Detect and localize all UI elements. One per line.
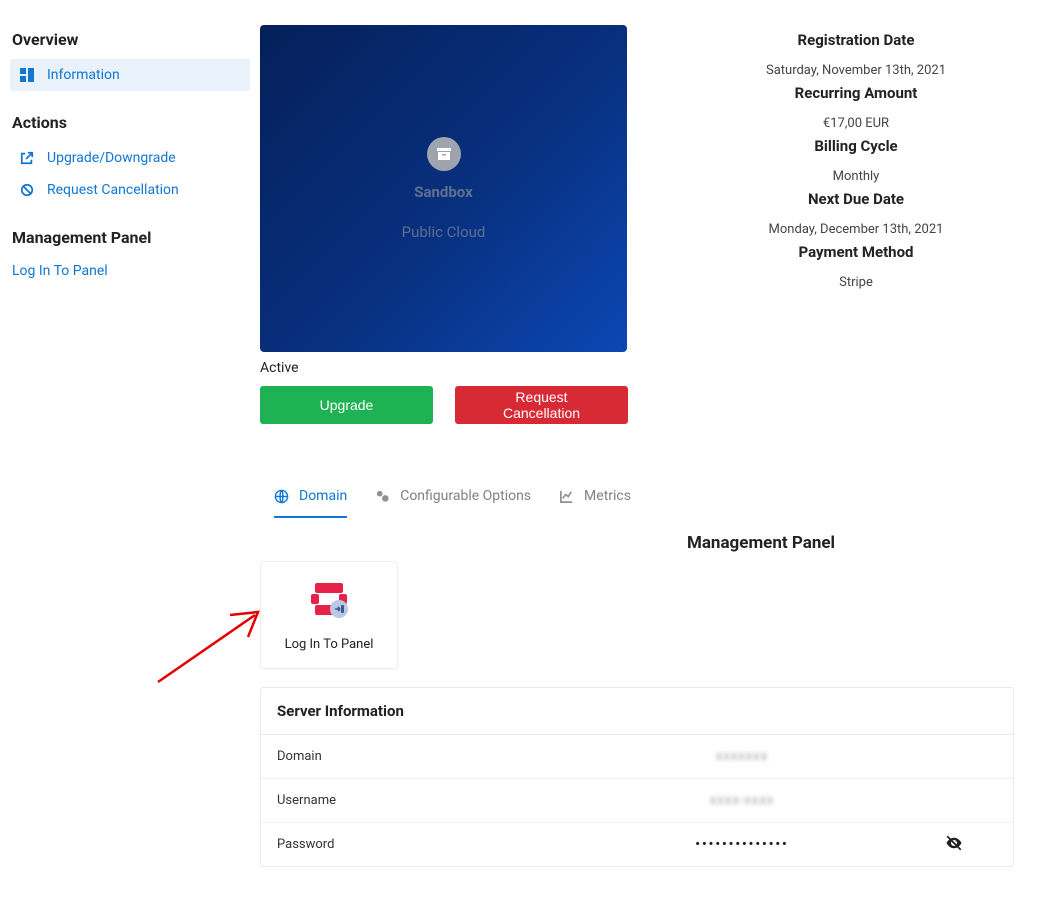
recurring-amount-value: €17,00 EUR — [680, 116, 1032, 131]
sidebar-item-upgrade[interactable]: Upgrade/Downgrade — [10, 142, 250, 174]
globe-icon — [274, 489, 289, 504]
server-info-heading: Server Information — [261, 688, 1013, 735]
registration-date-heading: Registration Date — [680, 31, 1032, 49]
sidebar-login-link[interactable]: Log In To Panel — [10, 257, 250, 285]
username-value: xxxx-xxxx — [487, 793, 997, 808]
tab-label: Configurable Options — [400, 488, 531, 504]
payment-method-heading: Payment Method — [680, 243, 1032, 261]
overview-heading: Overview — [12, 30, 250, 49]
next-due-value: Monday, December 13th, 2021 — [680, 222, 1032, 237]
archive-icon — [427, 137, 461, 171]
tab-label: Metrics — [584, 488, 631, 504]
sidebar-item-label: Request Cancellation — [47, 182, 179, 198]
ban-icon — [20, 183, 35, 197]
toggle-password-icon[interactable] — [945, 834, 963, 856]
tab-domain[interactable]: Domain — [274, 474, 347, 518]
login-panel-tile[interactable]: Log In To Panel — [260, 561, 398, 669]
server-info-card: Server Information Domain xxxxxxx Userna… — [260, 687, 1014, 867]
server-info-row-password: Password •••••••••••••• — [261, 823, 1013, 866]
sidebar-item-label: Information — [47, 67, 120, 83]
registration-date-value: Saturday, November 13th, 2021 — [680, 63, 1032, 78]
sidebar: Overview Information Actions Upgrade/Dow… — [0, 25, 260, 285]
chart-icon — [559, 489, 574, 504]
tab-configurable-options[interactable]: Configurable Options — [375, 474, 531, 518]
external-link-icon — [20, 151, 35, 165]
management-heading: Management Panel — [12, 228, 250, 247]
tabs: Domain Configurable Options Metrics — [260, 474, 1042, 519]
product-name: Sandbox — [414, 183, 473, 201]
actions-heading: Actions — [12, 113, 250, 132]
management-panel-title: Management Panel — [480, 533, 1042, 553]
request-cancellation-button[interactable]: Request Cancellation — [455, 386, 628, 424]
domain-label: Domain — [277, 749, 487, 764]
cogs-icon — [375, 489, 390, 504]
upgrade-button[interactable]: Upgrade — [260, 386, 433, 424]
openstack-icon — [309, 579, 349, 619]
product-group: Public Cloud — [402, 223, 486, 241]
sidebar-item-cancel[interactable]: Request Cancellation — [10, 174, 250, 206]
tab-metrics[interactable]: Metrics — [559, 474, 631, 518]
username-label: Username — [277, 793, 487, 808]
product-status: Active — [260, 360, 640, 376]
main-content: Sandbox Public Cloud Active Upgrade Requ… — [260, 25, 1042, 867]
info-icon — [20, 68, 35, 82]
recurring-amount-heading: Recurring Amount — [680, 84, 1032, 102]
payment-method-value: Stripe — [680, 275, 1032, 290]
sidebar-item-label: Upgrade/Downgrade — [47, 150, 176, 166]
password-value: •••••••••••••• — [487, 837, 997, 852]
domain-value: xxxxxxx — [487, 749, 997, 764]
billing-cycle-value: Monthly — [680, 169, 1032, 184]
billing-cycle-heading: Billing Cycle — [680, 137, 1032, 155]
server-info-row-domain: Domain xxxxxxx — [261, 735, 1013, 779]
sidebar-item-information[interactable]: Information — [10, 59, 250, 91]
tile-label: Log In To Panel — [285, 637, 374, 652]
password-label: Password — [277, 837, 487, 852]
next-due-heading: Next Due Date — [680, 190, 1032, 208]
product-card: Sandbox Public Cloud — [260, 25, 627, 352]
server-info-row-username: Username xxxx-xxxx — [261, 779, 1013, 823]
tab-label: Domain — [299, 488, 347, 504]
billing-info: Registration Date Saturday, November 13t… — [640, 25, 1042, 294]
